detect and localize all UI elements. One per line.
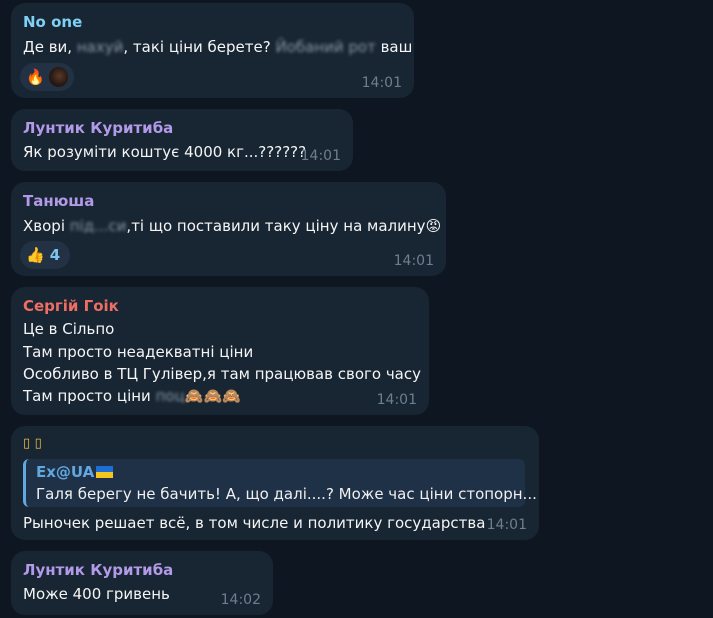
reaction-chip[interactable]: 👍 4 [20,241,70,269]
message-bubble[interactable]: Танюша Хворі під...си,ті що поставили та… [11,182,446,276]
message-author[interactable]: No one [23,13,82,31]
message-author[interactable]: Лунтик Куритиба [23,119,173,137]
message-time: 14:01 [486,517,527,533]
message-text: Де ви, нахуй, такі ціни берете? Йобаний … [23,38,413,56]
reaction-user-avatar [48,67,68,87]
message-bubble[interactable]: Лунтик Куритиба Може 400 гривень 14:02 [11,551,273,615]
message-author[interactable]: Танюша [23,192,94,210]
message-time: 14:01 [300,148,341,164]
message-text: Як розуміти коштує 4000 кг...?????? [23,143,307,161]
message-text: Там просто неадекватні ціни [23,343,254,361]
message-time: 14:01 [393,253,434,269]
message-bubble[interactable]: Сергій Гоік Це в Сільпо Там просто неаде… [11,287,429,415]
message-text: Рыночек решает всё, в том числе и полити… [23,514,486,532]
message-author[interactable]: ▯ ▯ [23,435,42,453]
message-text: Хворі під...си,ті що поставили таку ціну… [23,217,442,235]
censored-word: нахуй [76,38,124,56]
reaction-chip[interactable]: 🔥 [20,63,74,91]
message-text: Це в Сільпо [23,320,115,338]
message-time: 14:01 [376,392,417,408]
angry-face-icon: 😡 [425,217,442,235]
message-author[interactable]: Сергій Гоік [23,297,119,315]
censored-word: Йобаний рот [275,38,376,56]
see-no-evil-monkey-icon: 🙈🙈🙈 [184,387,241,405]
message-time: 14:01 [361,75,402,91]
message-text: Там просто ціни поц🙈🙈🙈 [23,387,241,405]
quote-text: Галя берегу не бачить! А, що далі....? М… [36,485,537,503]
message-bubble[interactable]: No one Де ви, нахуй, такі ціни берете? Й… [11,3,414,98]
message-time: 14:02 [220,592,261,608]
quote-author: Ex@UA [36,463,114,481]
thumbs-up-icon: 👍 [26,246,45,264]
message-bubble[interactable]: ▯ ▯ Ex@UA Галя берегу не бачить! А, що д… [11,426,539,540]
reaction-count: 4 [49,246,61,264]
ukraine-flag-icon [96,466,114,478]
censored-word: під...си [69,217,127,235]
message-text: Може 400 гривень [23,585,170,603]
message-text: Особливо в ТЦ Гулівер,я там працював сво… [23,365,421,383]
fire-icon: 🔥 [26,68,45,86]
message-author[interactable]: Лунтик Куритиба [23,561,173,579]
censored-word: поц [155,387,185,405]
message-bubble[interactable]: Лунтик Куритиба Як розуміти коштує 4000 … [11,109,353,171]
reply-quote[interactable]: Ex@UA Галя берегу не бачить! А, що далі.… [23,459,537,507]
